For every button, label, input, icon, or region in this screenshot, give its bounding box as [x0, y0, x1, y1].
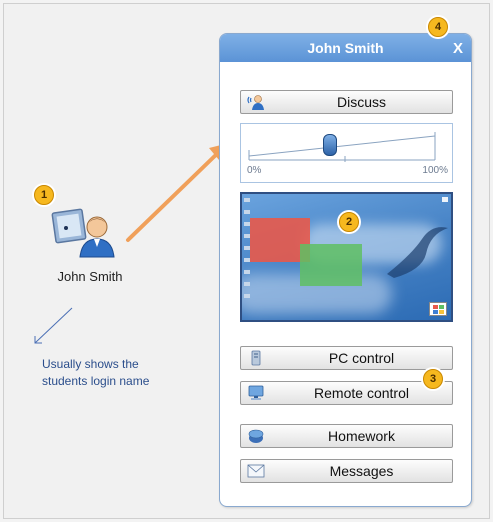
- homework-label: Homework: [328, 428, 395, 444]
- remote-control-icon: [248, 385, 264, 400]
- pc-control-button[interactable]: PC control: [240, 346, 453, 370]
- annotation-text: Usually shows the students login name: [42, 357, 150, 388]
- homework-button[interactable]: Homework: [240, 424, 453, 448]
- windows-logo-icon: [429, 302, 447, 316]
- student-panel: John Smith X Discuss 0% 100% PC control …: [219, 33, 472, 507]
- desktop-swirl-decoration: [387, 227, 448, 278]
- pc-control-icon: [251, 350, 261, 366]
- slider-track: [248, 132, 436, 162]
- messages-button[interactable]: Messages: [240, 459, 453, 483]
- slider-max-label: 100%: [422, 165, 448, 176]
- panel-title: John Smith: [307, 40, 384, 56]
- badge-4: 4: [428, 17, 448, 37]
- desktop-green-window: [300, 244, 362, 286]
- desktop-icons-strip: [244, 198, 250, 298]
- messages-label: Messages: [329, 463, 394, 479]
- homework-icon: [248, 429, 264, 443]
- slider-min-label: 0%: [247, 165, 262, 176]
- remote-control-label: Remote control: [314, 385, 409, 401]
- badge-2: 2: [339, 212, 359, 232]
- close-icon[interactable]: X: [453, 40, 463, 57]
- discuss-button[interactable]: Discuss: [240, 90, 453, 114]
- slider-thumb[interactable]: [322, 134, 337, 156]
- remote-control-button[interactable]: Remote control: [240, 381, 453, 405]
- panel-header: John Smith X: [220, 34, 471, 62]
- discuss-icon: [247, 95, 264, 110]
- messages-icon: [247, 464, 265, 478]
- volume-slider[interactable]: 0% 100%: [240, 123, 453, 183]
- pc-control-label: PC control: [328, 350, 395, 366]
- discuss-label: Discuss: [336, 94, 386, 110]
- badge-3: 3: [423, 369, 443, 389]
- screen-corner-indicator: [442, 197, 448, 202]
